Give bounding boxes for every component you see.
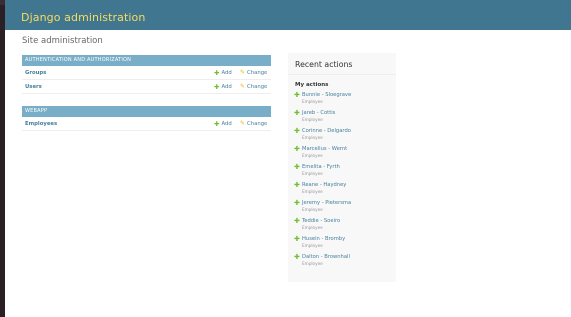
action-item: ✚ Corinne - Delgardo Employee: [294, 128, 396, 146]
page-title: Site administration: [22, 36, 103, 46]
model-link-users[interactable]: Users: [22, 84, 214, 90]
recent-actions-panel: Recent actions My actions ✚ Bunnie - Slo…: [288, 53, 396, 282]
action-item: ✚ Bunnie - Sloegrave Employee: [294, 92, 396, 110]
action-type: Employee: [302, 117, 323, 122]
action-item: ✚ Jareb - Cottis Employee: [294, 110, 396, 128]
action-type: Employee: [302, 99, 323, 104]
model-link-groups[interactable]: Groups: [22, 70, 214, 76]
action-item: ✚ Dalton - Brownhall Employee: [294, 254, 396, 272]
pencil-icon: ✎: [240, 69, 246, 76]
action-type: Employee: [302, 171, 323, 176]
model-row-groups: Groups ✚ Add ✎ Change: [22, 66, 271, 80]
action-type: Employee: [302, 207, 323, 212]
plus-icon: ✚: [294, 109, 300, 117]
my-actions-heading: My actions: [295, 82, 329, 88]
plus-icon: ✚: [214, 82, 220, 91]
module-auth: Authentication and Authorization Groups …: [22, 55, 271, 94]
change-groups-button[interactable]: ✎ Change: [240, 69, 271, 76]
action-item: ✚ Teddie - Soeiro Employee: [294, 218, 396, 236]
model-link-employees[interactable]: Employees: [22, 121, 214, 127]
plus-icon: ✚: [294, 91, 300, 99]
change-employees-button[interactable]: ✎ Change: [240, 120, 271, 127]
change-label: Change: [247, 83, 268, 90]
action-item: ✚ Marcellus - Wernt Employee: [294, 146, 396, 164]
pencil-icon: ✎: [240, 120, 246, 127]
action-link[interactable]: Jeremy - Pietersma: [302, 200, 396, 207]
add-label: Add: [221, 83, 232, 90]
plus-icon: ✚: [214, 68, 220, 77]
action-link[interactable]: Dalton - Brownhall: [302, 254, 396, 261]
action-item: ✚ Emelita - Fyrth Employee: [294, 164, 396, 182]
site-header: Django administration: [5, 0, 571, 30]
action-link[interactable]: Emelita - Fyrth: [302, 164, 396, 171]
plus-icon: ✚: [294, 127, 300, 135]
action-type: Employee: [302, 261, 323, 266]
action-type: Employee: [302, 243, 323, 248]
action-type: Employee: [302, 153, 323, 158]
action-link[interactable]: Bunnie - Sloegrave: [302, 92, 396, 99]
site-brand-link[interactable]: Django administration: [21, 11, 145, 24]
action-item: ✚ Jeremy - Pietersma Employee: [294, 200, 396, 218]
browser-window: Django administration Site administratio…: [5, 0, 571, 317]
action-link[interactable]: Marcellus - Wernt: [302, 146, 396, 153]
action-type: Employee: [302, 135, 323, 140]
plus-icon: ✚: [294, 217, 300, 225]
action-type: Employee: [302, 189, 323, 194]
plus-icon: ✚: [294, 199, 300, 207]
action-link[interactable]: Teddie - Soeiro: [302, 218, 396, 225]
module-caption-auth[interactable]: Authentication and Authorization: [22, 55, 271, 66]
change-label: Change: [247, 120, 268, 127]
add-employees-button[interactable]: ✚ Add: [214, 120, 240, 128]
add-label: Add: [221, 120, 232, 127]
action-link[interactable]: Husein - Bromby: [302, 236, 396, 243]
model-row-employees: Employees ✚ Add ✎ Change: [22, 117, 271, 131]
plus-icon: ✚: [294, 253, 300, 261]
plus-icon: ✚: [294, 163, 300, 171]
change-label: Change: [247, 69, 268, 76]
recent-actions-title: Recent actions: [288, 53, 396, 75]
add-label: Add: [221, 69, 232, 76]
action-item: ✚ Husein - Bromby Employee: [294, 236, 396, 254]
module-webapp: Webapp Employees ✚ Add ✎ Change: [22, 106, 271, 131]
plus-icon: ✚: [294, 145, 300, 153]
add-groups-button[interactable]: ✚ Add: [214, 69, 240, 77]
model-row-users: Users ✚ Add ✎ Change: [22, 80, 271, 94]
action-type: Employee: [302, 225, 323, 230]
action-link[interactable]: Corinne - Delgardo: [302, 128, 396, 135]
action-item: ✚ Reane - Haydney Employee: [294, 182, 396, 200]
action-link[interactable]: Jareb - Cottis: [302, 110, 396, 117]
pencil-icon: ✎: [240, 83, 246, 90]
action-list: ✚ Bunnie - Sloegrave Employee ✚ Jareb - …: [288, 92, 396, 272]
plus-icon: ✚: [294, 181, 300, 189]
plus-icon: ✚: [214, 119, 220, 128]
plus-icon: ✚: [294, 235, 300, 243]
add-users-button[interactable]: ✚ Add: [214, 83, 240, 91]
action-link[interactable]: Reane - Haydney: [302, 182, 396, 189]
module-caption-webapp[interactable]: Webapp: [22, 106, 271, 117]
change-users-button[interactable]: ✎ Change: [240, 83, 271, 90]
